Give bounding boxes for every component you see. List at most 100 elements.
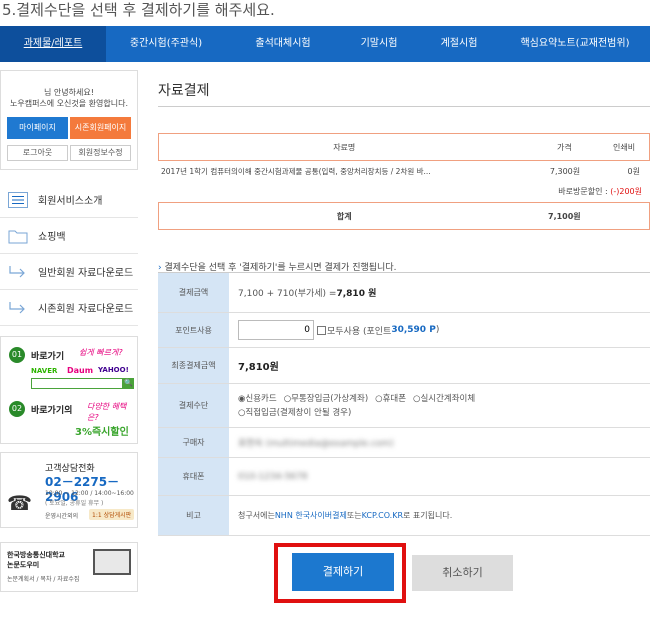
login-box: 님 안녕하세요! 노우캠퍼스에 오신것을 환영합니다. 마이페이지 시존회원페이… <box>0 70 138 170</box>
page-heading: 5.결제수단을 선택 후 결제하기를 해주세요. <box>2 1 275 19</box>
logout-button[interactable]: 로그아웃 <box>7 145 68 161</box>
online-consult-link[interactable]: 1:1 상담게시판 <box>89 509 135 520</box>
mypage-button[interactable]: 마이페이지 <box>7 117 68 139</box>
promo-text-2: 바로가기의 <box>31 406 73 416</box>
greeting-line1: 님 안녕하세요! <box>44 88 94 97</box>
promo-discount: 3%즉시할인 <box>75 427 129 438</box>
arrow-right-icon <box>7 299 29 317</box>
pay-button[interactable]: 결제하기 <box>292 553 394 591</box>
item-price: 7,300원 <box>549 166 581 176</box>
amount-total: 7,810 원 <box>336 289 377 299</box>
point-row: 포인트사용 모두사용 (포인트 30,590 P ) <box>158 313 650 348</box>
note-company: NHN 한국사이버결제 <box>274 511 347 520</box>
phone-label: 휴대폰 <box>158 458 229 495</box>
note-label: 비고 <box>158 496 229 535</box>
col-price-header: 가격 <box>556 142 572 152</box>
point-close: ) <box>435 325 440 335</box>
final-label: 최종결제금액 <box>158 348 229 383</box>
table-header: 자료명 가격 인쇄비 <box>158 133 650 161</box>
yahoo-logo: YAHOO! <box>98 366 129 374</box>
method-card[interactable]: ◉신용카드 <box>238 392 277 406</box>
nav-tab-attendance-exam[interactable]: 출석대체시험 <box>226 26 340 62</box>
note-row: 비고 청구서에는 NHN 한국사이버결제 또는 KCP.CO.KR 로 표기됩니… <box>158 496 650 536</box>
promo-number-2: 02 <box>9 401 25 417</box>
phone-icon: ☎ <box>7 491 32 515</box>
amount-row: 결제금액 7,100 + 710(부가세) = 7,810 원 <box>158 273 650 313</box>
promo-number-1: 01 <box>9 347 25 363</box>
title-divider <box>158 106 650 107</box>
amount-label: 결제금액 <box>158 273 229 312</box>
buyer-value: 표현숙 (multimedia@example.com) <box>238 439 394 449</box>
use-all-label: 모두사용 (포인트 <box>327 326 392 337</box>
promo-slogan-1: 쉽게 빠르게? <box>79 348 123 357</box>
top-nav: 과제물/레포트 중간시험(주관식) 출석대체시험 기말시험 계절시험 핵심요약노… <box>0 26 650 62</box>
contact-holiday: ( 토요일, 공휴일 휴무 ) <box>45 500 104 507</box>
daum-logo: Daum <box>67 366 94 375</box>
sidebar-item-szone-download[interactable]: 시존회원 자료다운로드 <box>0 290 138 326</box>
amount-calc: 7,100 + 710(부가세) = <box>238 289 337 299</box>
amount-value: 7,100 + 710(부가세) = 7,810 원 <box>229 273 650 312</box>
final-amount-row: 최종결제금액 7,810원 <box>158 348 650 384</box>
point-label: 포인트사용 <box>158 313 229 347</box>
promo-text-1: 바로가기 <box>31 352 65 362</box>
point-input[interactable] <box>238 320 314 340</box>
point-balance: 30,590 P <box>391 325 436 335</box>
sidebar: 님 안녕하세요! 노우캠퍼스에 오신것을 환영합니다. 마이페이지 시존회원페이… <box>0 70 138 592</box>
cancel-button[interactable]: 취소하기 <box>412 555 513 591</box>
buyer-row: 구매자 표현숙 (multimedia@example.com) <box>158 428 650 458</box>
buyer-label: 구매자 <box>158 428 229 457</box>
total-value: 7,100원 <box>548 211 581 221</box>
phone-value: 010-1234-5678 <box>238 471 308 482</box>
method-realtime-transfer[interactable]: ○실시간계좌이체 <box>413 392 475 406</box>
shortcut-promo-banner[interactable]: 01 바로가기 쉽게 빠르게? NAVER Daum YAHOO! 🔍 02 바… <box>0 336 138 444</box>
nav-tab-seasonal[interactable]: 계절시험 <box>418 26 500 62</box>
discount-row: 바로방문할인 : (-)200원 <box>158 186 650 200</box>
method-label: 결제수단 <box>158 384 229 427</box>
phone-row: 휴대폰 010-1234-5678 <box>158 458 650 496</box>
contact-banner: ☎ 고객상담전화 02－2275－2906 10:00 ~ 12:00 / 14… <box>0 452 138 528</box>
col-name-header: 자료명 <box>333 142 356 152</box>
contact-hours: 10:00 ~ 12:00 / 14:00~16:00 <box>45 490 134 497</box>
discount-label: 바로방문할인 : <box>558 187 608 196</box>
discount-value: (-)200원 <box>610 187 642 196</box>
method-virtual-account[interactable]: ○무통장입금(가상계좌) <box>284 392 368 406</box>
item-name: 2017년 1학기 컴퓨터의이해 중간시험과제물 공통(입력, 중앙처리장치등 … <box>161 166 431 176</box>
note-mid: 또는 <box>346 511 362 520</box>
use-all-checkbox[interactable] <box>317 325 326 335</box>
nav-tab-final[interactable]: 기말시험 <box>340 26 418 62</box>
sidebar-item-general-download[interactable]: 일반회원 자료다운로드 <box>0 254 138 290</box>
promo-search-box[interactable] <box>31 378 123 389</box>
sidebar-item-cart[interactable]: 쇼핑백 <box>0 218 138 254</box>
method-direct-deposit[interactable]: ○직접입금(결제창이 안될 경우) <box>238 406 650 420</box>
arrow-right-icon <box>7 263 29 281</box>
list-icon <box>7 191 29 209</box>
promo-slogan-2: 다양한 혜택은? <box>87 402 127 422</box>
sidebar-item-label: 쇼핑백 <box>38 232 66 243</box>
payment-form: 결제금액 7,100 + 710(부가세) = 7,810 원 포인트사용 모두… <box>158 272 650 536</box>
thesis-line2: 논문도우미 <box>7 561 40 569</box>
note-prefix: 청구서에는 <box>238 511 275 520</box>
nav-tab-summary-notes[interactable]: 핵심요약노트(교재전범위) <box>500 26 650 62</box>
table-row: 2017년 1학기 컴퓨터의이해 중간시험과제물 공통(입력, 중앙처리장치등 … <box>158 162 650 180</box>
nav-tab-assignment[interactable]: 과제물/레포트 <box>0 26 106 62</box>
method-options: ◉신용카드 ○무통장입금(가상계좌) ○휴대폰 ○실시간계좌이체 ○직접입금(결… <box>229 384 650 427</box>
total-label: 합계 <box>336 211 352 221</box>
sidebar-item-label: 회원서비스소개 <box>38 196 103 207</box>
col-print-header: 인쇄비 <box>613 142 636 152</box>
point-value: 모두사용 (포인트 30,590 P ) <box>229 313 650 347</box>
total-row: 합계 7,100원 <box>158 202 650 230</box>
nav-tab-midterm[interactable]: 중간시험(주관식) <box>106 26 226 62</box>
monitor-icon <box>93 549 131 575</box>
folder-icon <box>7 227 29 245</box>
sidebar-item-service[interactable]: 회원서비스소개 <box>0 182 138 218</box>
greeting-line2: 노우캠퍼스에 오신것을 환영합니다. <box>9 99 129 108</box>
thesis-line1: 한국방송통신대학교 <box>7 551 65 559</box>
external-member-button[interactable]: 시존회원페이지 <box>70 117 131 139</box>
thesis-banner[interactable]: 한국방송통신대학교 논문도우미 논문계획서 / 목차 / 자료수집 <box>0 542 138 592</box>
method-phone[interactable]: ○휴대폰 <box>375 392 406 406</box>
sidebar-item-label: 일반회원 자료다운로드 <box>38 268 134 279</box>
search-icon[interactable]: 🔍 <box>123 378 134 389</box>
contact-op-label: 운영시간외의 <box>45 513 79 520</box>
note-value: 청구서에는 NHN 한국사이버결제 또는 KCP.CO.KR 로 표기됩니다. <box>229 496 650 535</box>
member-edit-button[interactable]: 회원정보수정 <box>70 145 131 161</box>
